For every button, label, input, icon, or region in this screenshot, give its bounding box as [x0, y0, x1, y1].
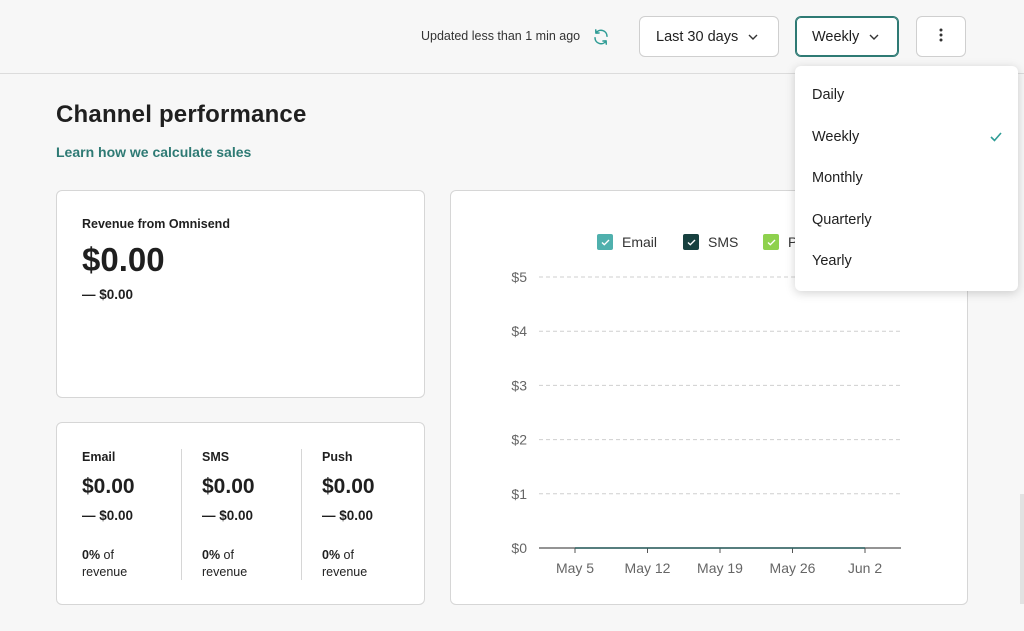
channels-card: Email $0.00 — $0.00 0% of revenue SMS $0…	[56, 422, 425, 605]
refresh-icon[interactable]	[590, 26, 612, 48]
divider	[181, 449, 182, 580]
x-tick-label: Jun 2	[848, 560, 882, 576]
revenue-value: $0.00	[82, 241, 165, 278]
check-icon	[990, 130, 1002, 146]
channel-name: SMS	[202, 450, 230, 464]
divider	[301, 449, 302, 580]
channel-comparison: — $0.00	[322, 508, 374, 523]
top-bar: Updated less than 1 min ago Last 30 days…	[0, 0, 1024, 74]
x-tick-label: May 12	[625, 560, 671, 576]
updated-status: Updated less than 1 min ago	[421, 29, 581, 43]
period-option-weekly[interactable]: Weekly	[795, 117, 1018, 157]
x-tick-label: May 5	[556, 560, 594, 576]
channel-share: 0% of revenue	[322, 548, 368, 579]
period-label: Weekly	[812, 28, 860, 45]
page-title: Channel performance	[56, 101, 307, 128]
revenue-card: Revenue from Omnisend $0.00 — $0.00	[56, 190, 425, 398]
channel-comparison: — $0.00	[202, 508, 254, 523]
revenue-comparison: — $0.00	[82, 287, 134, 302]
channel-name: Push	[322, 450, 353, 464]
revenue-label: Revenue from Omnisend	[82, 217, 230, 231]
period-option-yearly[interactable]: Yearly	[795, 241, 1018, 281]
period-option-daily[interactable]: Daily	[795, 75, 1018, 115]
x-tick-label: May 19	[697, 560, 743, 576]
more-vertical-icon	[939, 28, 943, 46]
y-tick-label: $5	[511, 269, 527, 285]
y-tick-label: $4	[511, 323, 527, 339]
learn-sales-link[interactable]: Learn how we calculate sales	[56, 144, 251, 160]
y-tick-label: $1	[511, 486, 527, 502]
chevron-down-icon	[748, 34, 758, 40]
y-tick-label: $2	[511, 432, 527, 448]
more-options-button[interactable]	[916, 16, 966, 57]
x-tick-label: May 26	[770, 560, 816, 576]
period-option-quarterly[interactable]: Quarterly	[795, 200, 1018, 240]
channel-value: $0.00	[322, 475, 375, 498]
date-range-dropdown[interactable]: Last 30 days	[639, 16, 779, 57]
date-range-label: Last 30 days	[656, 28, 739, 45]
channel-share: 0% of revenue	[82, 548, 128, 579]
y-tick-label: $3	[511, 377, 527, 393]
period-dropdown-menu: Daily Weekly Monthly Quarterly Yearly	[795, 66, 1018, 291]
chevron-down-icon	[869, 34, 879, 40]
channel-comparison: — $0.00	[82, 508, 134, 523]
period-option-monthly[interactable]: Monthly	[795, 158, 1018, 198]
channel-value: $0.00	[82, 475, 135, 498]
channel-value: $0.00	[202, 475, 255, 498]
channel-name: Email	[82, 450, 116, 464]
channel-share: 0% of revenue	[202, 548, 248, 579]
period-dropdown[interactable]: Weekly	[795, 16, 899, 57]
y-tick-label: $0	[511, 540, 527, 556]
scrollbar[interactable]	[1020, 494, 1024, 604]
